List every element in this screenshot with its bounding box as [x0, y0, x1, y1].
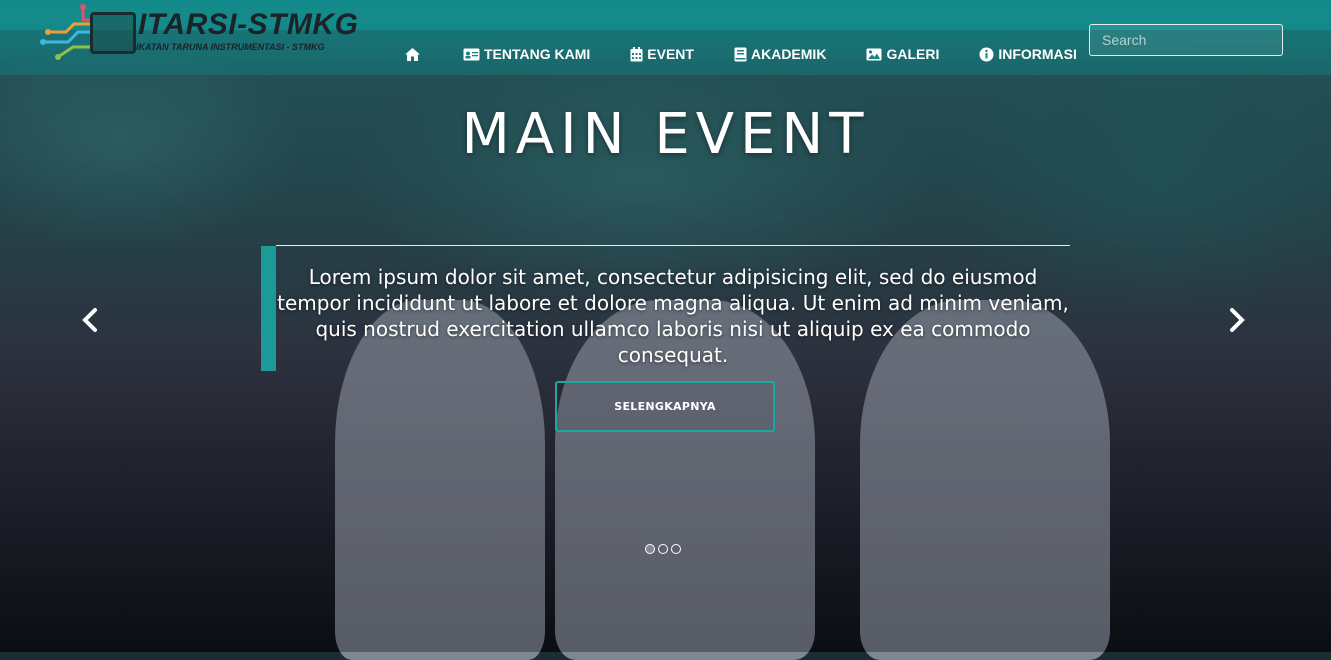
carousel-indicator-3[interactable]	[671, 544, 681, 554]
carousel-next-button[interactable]	[1227, 307, 1251, 335]
nav-galeri[interactable]: GALERI	[866, 46, 939, 62]
carousel-prev-button[interactable]	[80, 307, 104, 335]
nav-akademik[interactable]: AKADEMIK	[734, 46, 826, 62]
hero-caption: Lorem ipsum dolor sit amet, consectetur …	[277, 265, 1069, 367]
hero-title: MAIN EVENT	[461, 102, 870, 167]
caption-divider	[276, 245, 1070, 246]
calendar-icon	[630, 46, 643, 61]
image-icon	[866, 48, 882, 60]
nav-label: AKADEMIK	[750, 46, 827, 62]
brand-tagline: IKATAN TARUNA INSTRUMENTASI - STMKG	[136, 42, 325, 52]
id-card-icon	[463, 48, 480, 60]
nav-informasi[interactable]: INFORMASI	[979, 46, 1077, 62]
book-icon	[734, 47, 747, 61]
nav-label: GALERI	[886, 46, 940, 62]
nav-label: TENTANG KAMI	[484, 46, 591, 62]
selengkapnya-button[interactable]: SELENGKAPNYA	[555, 381, 775, 432]
home-icon	[405, 47, 420, 61]
nav-event[interactable]: EVENT	[630, 46, 694, 62]
nav-tentang-kami[interactable]: TENTANG KAMI	[463, 46, 590, 62]
nav-label: EVENT	[647, 46, 694, 62]
chip-icon	[90, 12, 136, 54]
brand-logo[interactable]: ITARSI-STMKG IKATAN TARUNA INSTRUMENTASI…	[38, 2, 358, 64]
main-nav: TENTANG KAMI EVENT AKADEMIK GALERI INFOR…	[404, 42, 1117, 66]
nav-label: INFORMASI	[998, 46, 1077, 62]
search-input[interactable]	[1089, 24, 1283, 56]
brand-name: ITARSI-STMKG	[138, 8, 359, 41]
navbar: ITARSI-STMKG IKATAN TARUNA INSTRUMENTASI…	[0, 0, 1331, 75]
info-circle-icon	[979, 47, 994, 61]
carousel-indicator-2[interactable]	[658, 544, 668, 554]
chevron-right-icon	[1230, 308, 1245, 332]
carousel-indicators	[645, 544, 684, 554]
chevron-left-icon	[82, 308, 97, 332]
nav-home[interactable]	[404, 47, 425, 62]
caption-accent-bar	[261, 246, 276, 371]
carousel-indicator-1[interactable]	[645, 544, 655, 554]
